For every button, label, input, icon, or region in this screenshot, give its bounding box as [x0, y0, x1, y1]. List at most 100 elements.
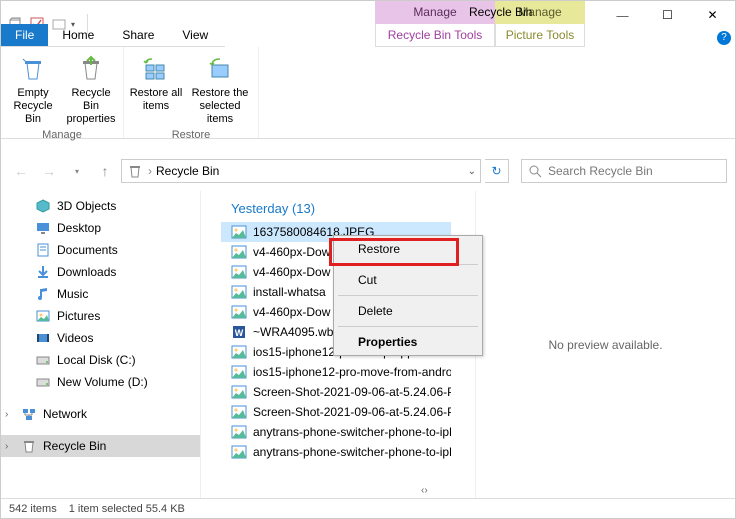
nav-item-desktop[interactable]: Desktop — [1, 217, 200, 239]
tab-share[interactable]: Share — [108, 24, 168, 46]
nav-network[interactable]: › Network — [1, 403, 200, 425]
file-row[interactable]: anytrans-phone-switcher-phone-to-iphor — [221, 442, 451, 462]
chevron-right-icon: › — [5, 409, 8, 420]
navigation-pane: 3D Objects Desktop Documents Downloads Music… — [1, 191, 201, 498]
file-name: anytrans-phone-switcher-phone-to-iphor — [253, 445, 451, 459]
nav-item-label: Downloads — [57, 265, 116, 279]
file-name: Screen-Shot-2021-09-06-at-5.24.06-PM-10 — [253, 405, 451, 419]
search-box[interactable]: Search Recycle Bin — [521, 159, 727, 183]
video-icon — [35, 330, 51, 346]
ctx-tab-recyclebin-tools[interactable]: Recycle Bin Tools — [375, 24, 495, 47]
ribbon-group-restore: Restore all items Restore the selected i… — [124, 47, 259, 138]
nav-item-videos[interactable]: Videos — [1, 327, 200, 349]
svg-text:W: W — [235, 328, 244, 338]
restore-selected-label: Restore the selected items — [186, 87, 254, 127]
file-name: Screen-Shot-2021-09-06-at-5.24.06-PM-10 — [253, 385, 451, 399]
preview-pane: No preview available. — [475, 191, 735, 498]
ctx-properties[interactable]: Properties — [334, 329, 482, 355]
nav-item-documents[interactable]: Documents — [1, 239, 200, 261]
address-dropdown-icon[interactable]: ⌄ — [468, 166, 476, 177]
close-button[interactable]: ✕ — [690, 1, 735, 29]
restore-all-label: Restore all items — [128, 87, 184, 113]
file-name: ios15-iphone12-pro-move-from-android- — [253, 365, 451, 379]
nav-item-local-disk-c-[interactable]: Local Disk (C:) — [1, 349, 200, 371]
breadcrumb-sep: › — [148, 164, 152, 178]
ctx-restore[interactable]: Restore — [334, 236, 482, 262]
cube-icon — [35, 198, 51, 214]
restore-all-button[interactable]: Restore all items — [128, 49, 184, 127]
nav-item-pictures[interactable]: Pictures — [1, 305, 200, 327]
window-title: Recycle Bin — [469, 5, 532, 19]
restore-all-icon — [140, 53, 172, 85]
file-name: install-whatsa — [253, 285, 326, 299]
menu-tabs: File Home Share View — [1, 24, 225, 47]
network-icon — [21, 406, 37, 422]
refresh-button[interactable]: ↻ — [485, 159, 509, 183]
image-file-icon — [231, 264, 247, 280]
nav-item-label: Local Disk (C:) — [57, 353, 136, 367]
minimize-button[interactable]: — — [600, 1, 645, 29]
bin-props-icon — [75, 53, 107, 85]
tab-file[interactable]: File — [1, 24, 48, 46]
chevron-right-icon: › — [5, 441, 8, 452]
tab-home[interactable]: Home — [48, 24, 108, 46]
file-row[interactable]: ios15-iphone12-pro-move-from-android- — [221, 362, 451, 382]
nav-item-label: New Volume (D:) — [57, 375, 148, 389]
address-box[interactable]: › Recycle Bin ⌄ — [121, 159, 481, 183]
image-file-icon — [231, 444, 247, 460]
bin-props-label: Recycle Bin properties — [63, 87, 119, 127]
word-file-icon: W — [231, 324, 247, 340]
address-bar: ← → ▾ ↑ › Recycle Bin ⌄ ↻ Search Recycle… — [1, 156, 735, 186]
music-icon — [35, 286, 51, 302]
ctx-separator — [338, 264, 478, 265]
nav-recycle-bin[interactable]: › Recycle Bin — [1, 435, 200, 457]
nav-up-button[interactable]: ↑ — [93, 159, 117, 183]
nav-history-dropdown[interactable]: ▾ — [65, 159, 89, 183]
search-icon — [528, 164, 542, 178]
nav-back-button[interactable]: ← — [9, 159, 33, 183]
ctx-separator — [338, 326, 478, 327]
recycle-bin-properties-button[interactable]: Recycle Bin properties — [63, 49, 119, 127]
nav-item-label: 3D Objects — [57, 199, 116, 213]
tab-view[interactable]: View — [168, 24, 222, 46]
image-file-icon — [231, 244, 247, 260]
preview-message: No preview available. — [548, 338, 662, 352]
image-file-icon — [231, 404, 247, 420]
recycle-bin-icon — [21, 438, 37, 454]
empty-recycle-bin-button[interactable]: Empty Recycle Bin — [5, 49, 61, 127]
nav-item-label: Music — [57, 287, 88, 301]
ctx-cut[interactable]: Cut — [334, 267, 482, 293]
file-row[interactable]: anytrans-phone-switcher-phone-to-iphor — [221, 422, 451, 442]
ctx-tab-picture-tools[interactable]: Picture Tools — [495, 24, 585, 47]
ribbon: Empty Recycle Bin Recycle Bin properties… — [1, 47, 735, 139]
help-icon[interactable]: ? — [717, 31, 731, 45]
file-name: v4-460px-Dow — [253, 265, 330, 279]
nav-item-3d-objects[interactable]: 3D Objects — [1, 195, 200, 217]
file-row[interactable]: Screen-Shot-2021-09-06-at-5.24.06-PM-10 — [221, 402, 451, 422]
nav-item-downloads[interactable]: Downloads — [1, 261, 200, 283]
status-bar: 542 items 1 item selected 55.4 KB — [1, 498, 735, 518]
nav-item-new-volume-d-[interactable]: New Volume (D:) — [1, 371, 200, 393]
file-row[interactable]: Screen-Shot-2021-09-06-at-5.24.06-PM-10 — [221, 382, 451, 402]
breadcrumb-path[interactable]: Recycle Bin — [156, 164, 219, 178]
disk-icon — [35, 352, 51, 368]
nav-item-label: Videos — [57, 331, 93, 345]
nav-item-label: Documents — [57, 243, 118, 257]
nav-item-music[interactable]: Music — [1, 283, 200, 305]
maximize-button[interactable]: ☐ — [645, 1, 690, 29]
group-header-yesterday[interactable]: Yesterday (13) — [221, 191, 475, 222]
window-controls: — ☐ ✕ — [600, 1, 735, 29]
nav-forward-button[interactable]: → — [37, 159, 61, 183]
ribbon-group-restore-label: Restore — [172, 127, 211, 143]
image-file-icon — [231, 364, 247, 380]
restore-selected-button[interactable]: Restore the selected items — [186, 49, 254, 127]
status-item-count: 542 items — [9, 503, 57, 515]
ctx-separator — [338, 295, 478, 296]
download-icon — [35, 264, 51, 280]
scroll-right-icon[interactable]: › — [424, 482, 427, 498]
ribbon-group-manage-label: Manage — [42, 127, 82, 143]
context-menu: Restore Cut Delete Properties — [333, 235, 483, 356]
nav-item-label: Desktop — [57, 221, 101, 235]
ctx-delete[interactable]: Delete — [334, 298, 482, 324]
file-name: ~WRA4095.wb — [253, 325, 333, 339]
